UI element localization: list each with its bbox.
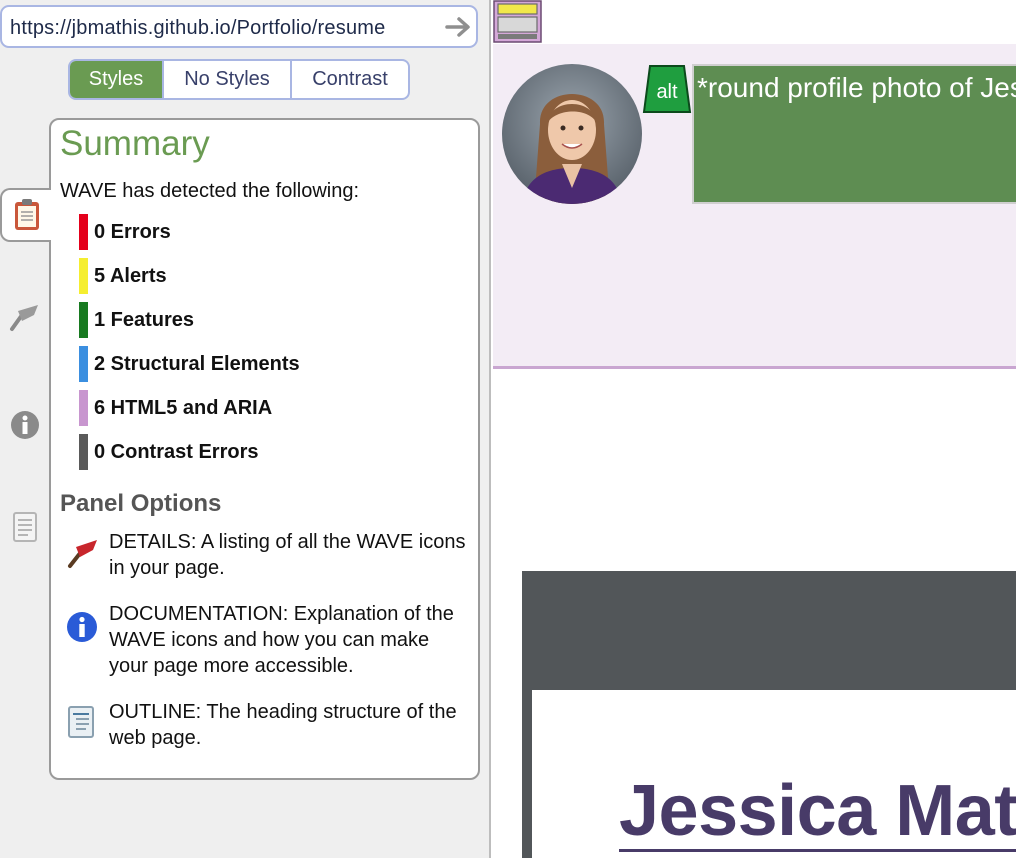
contrast-color-bar <box>79 434 88 470</box>
no-styles-button[interactable]: No Styles <box>164 61 292 98</box>
stat-contrast[interactable]: 0 Contrast Errors <box>79 434 259 470</box>
wave-sidebar: https://jbmathis.github.io/Portfolio/res… <box>0 0 491 858</box>
summary-panel: Summary WAVE has detected the following:… <box>49 118 480 780</box>
page-preview: alt *round profile photo of Jessica Jess… <box>493 0 1016 858</box>
alt-badge-icon[interactable]: alt <box>642 64 692 114</box>
features-color-bar <box>79 302 88 338</box>
tab-documentation[interactable] <box>0 398 50 452</box>
stat-label: 5 Alerts <box>94 264 167 287</box>
stat-features[interactable]: 1 Features <box>79 302 194 338</box>
panel-options-title: Panel Options <box>60 490 222 517</box>
option-details[interactable]: DETAILS: A listing of all the WAVE icons… <box>109 529 469 581</box>
errors-color-bar <box>79 214 88 250</box>
name-underline <box>619 849 1016 852</box>
alerts-color-bar <box>79 258 88 294</box>
tab-outline[interactable] <box>0 500 50 554</box>
option-documentation[interactable]: DOCUMENTATION: Explanation of the WAVE i… <box>109 601 469 679</box>
alt-badge-label: alt <box>656 81 678 103</box>
styles-button[interactable]: Styles <box>70 61 164 98</box>
url-bar[interactable]: https://jbmathis.github.io/Portfolio/res… <box>0 5 478 48</box>
info-icon <box>11 411 39 439</box>
summary-title: Summary <box>60 124 210 163</box>
option-outline[interactable]: OUTLINE: The heading structure of the we… <box>109 699 469 751</box>
document-icon <box>13 512 37 542</box>
flag-icon <box>10 305 38 331</box>
stat-html5-aria[interactable]: 6 HTML5 and ARIA <box>79 390 272 426</box>
contrast-button[interactable]: Contrast <box>292 61 408 98</box>
stat-structural[interactable]: 2 Structural Elements <box>79 346 300 382</box>
tab-summary[interactable] <box>0 188 51 242</box>
aria-color-bar <box>79 390 88 426</box>
stat-label: 2 Structural Elements <box>94 352 300 375</box>
flag-icon[interactable] <box>66 535 100 569</box>
stat-label: 0 Contrast Errors <box>94 440 259 463</box>
stat-label: 1 Features <box>94 308 195 331</box>
stat-label: 6 HTML5 and ARIA <box>94 396 273 419</box>
name-heading: Jessica Mathis <box>619 771 1016 851</box>
clipboard-icon <box>14 199 39 230</box>
info-icon[interactable] <box>66 611 100 645</box>
outline-document-icon[interactable] <box>66 705 100 739</box>
structural-color-bar <box>79 346 88 382</box>
profile-photo <box>502 64 642 204</box>
tab-details[interactable] <box>0 290 50 344</box>
url-input[interactable]: https://jbmathis.github.io/Portfolio/res… <box>10 17 442 40</box>
style-toggle-group: Styles No Styles Contrast <box>68 59 410 100</box>
header-structure-icon[interactable] <box>493 0 543 44</box>
detected-intro: WAVE has detected the following: <box>60 180 360 202</box>
go-arrow-icon[interactable] <box>444 13 474 41</box>
stat-label: 0 Errors <box>94 220 171 243</box>
stat-alerts[interactable]: 5 Alerts <box>79 258 167 294</box>
stat-errors[interactable]: 0 Errors <box>79 214 171 250</box>
alt-text-box: *round profile photo of Jessica <box>692 64 1016 204</box>
alt-text: *round profile photo of Jessica <box>697 72 1016 103</box>
